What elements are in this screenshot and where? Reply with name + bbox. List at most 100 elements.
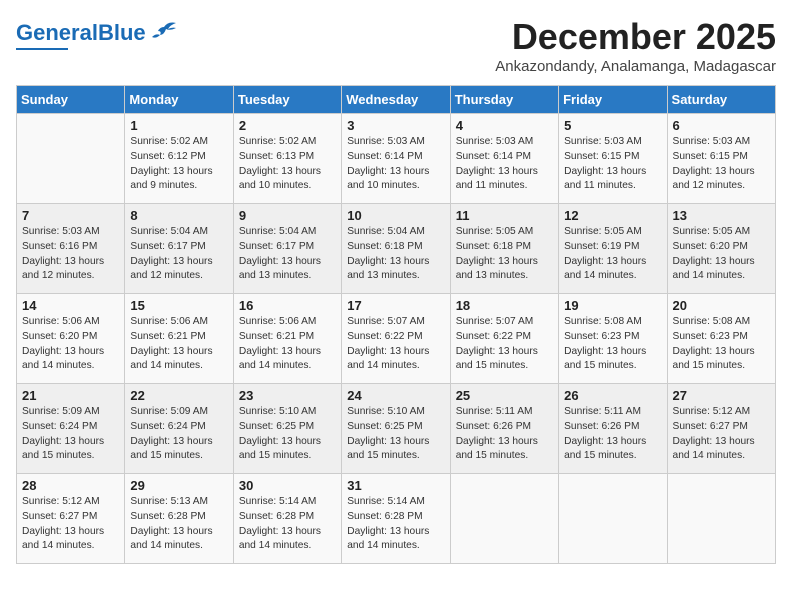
day-number: 20 — [673, 298, 770, 313]
calendar-cell — [17, 114, 125, 204]
day-number: 13 — [673, 208, 770, 223]
day-number: 11 — [456, 208, 553, 223]
weekday-header-friday: Friday — [559, 86, 667, 114]
day-info: Sunrise: 5:04 AM Sunset: 6:18 PM Dayligh… — [347, 225, 444, 284]
day-number: 4 — [456, 118, 553, 133]
day-number: 12 — [564, 208, 661, 223]
day-number: 3 — [347, 118, 444, 133]
day-number: 14 — [22, 298, 119, 313]
day-info: Sunrise: 5:05 AM Sunset: 6:20 PM Dayligh… — [673, 225, 770, 284]
day-info: Sunrise: 5:02 AM Sunset: 6:12 PM Dayligh… — [130, 135, 227, 194]
day-number: 9 — [239, 208, 336, 223]
day-number: 21 — [22, 388, 119, 403]
day-number: 18 — [456, 298, 553, 313]
calendar-cell: 15Sunrise: 5:06 AM Sunset: 6:21 PM Dayli… — [125, 294, 233, 384]
day-number: 22 — [130, 388, 227, 403]
day-number: 19 — [564, 298, 661, 313]
logo-bird-icon — [150, 21, 178, 41]
day-number: 16 — [239, 298, 336, 313]
calendar-cell: 28 Sunrise: 5:12 AM Sunset: 6:27 PM Dayli… — [17, 474, 125, 564]
day-number: 7 — [22, 208, 119, 223]
day-info: Sunrise: 5:03 AM Sunset: 6:14 PM Dayligh… — [456, 135, 553, 194]
day-number: 28 — [22, 478, 119, 493]
day-number: 8 — [130, 208, 227, 223]
day-number: 24 — [347, 388, 444, 403]
calendar-cell: 1 Sunrise: 5:02 AM Sunset: 6:12 PM Daylig… — [125, 114, 233, 204]
calendar-week-row: 28 Sunrise: 5:12 AM Sunset: 6:27 PM Dayli… — [17, 474, 776, 564]
day-number: 1 — [130, 118, 227, 133]
day-info: Sunrise: 5:03 AM Sunset: 6:14 PM Dayligh… — [347, 135, 444, 194]
calendar-cell: 8 Sunrise: 5:04 AM Sunset: 6:17 PM Daylig… — [125, 204, 233, 294]
day-number: 5 — [564, 118, 661, 133]
day-info: Sunrise: 5:06 AM Sunset: 6:20 PM Dayligh… — [22, 315, 119, 374]
calendar-cell: 26Sunrise: 5:11 AM Sunset: 6:26 PM Dayli… — [559, 384, 667, 474]
calendar-cell: 22 Sunrise: 5:09 AM Sunset: 6:24 PM Dayli… — [125, 384, 233, 474]
day-number: 30 — [239, 478, 336, 493]
day-number: 17 — [347, 298, 444, 313]
day-info: Sunrise: 5:10 AM Sunset: 6:25 PM Dayligh… — [239, 405, 336, 464]
day-info: Sunrise: 5:03 AM Sunset: 6:15 PM Dayligh… — [673, 135, 770, 194]
calendar-cell: 29 Sunrise: 5:13 AM Sunset: 6:28 PM Dayli… — [125, 474, 233, 564]
day-info: Sunrise: 5:12 AM Sunset: 6:27 PM Dayligh… — [22, 495, 119, 554]
day-info: Sunrise: 5:11 AM Sunset: 6:26 PM Dayligh… — [456, 405, 553, 464]
calendar-cell: 13 Sunrise: 5:05 AM Sunset: 6:20 PM Dayli… — [667, 204, 775, 294]
calendar-cell: 17 Sunrise: 5:07 AM Sunset: 6:22 PM Dayli… — [342, 294, 450, 384]
day-info: Sunrise: 5:08 AM Sunset: 6:23 PM Dayligh… — [564, 315, 661, 374]
logo-text: GeneralBlue — [16, 20, 146, 46]
day-number: 25 — [456, 388, 553, 403]
day-number: 31 — [347, 478, 444, 493]
day-info: Sunrise: 5:08 AM Sunset: 6:23 PM Dayligh… — [673, 315, 770, 374]
calendar-week-row: 14 Sunrise: 5:06 AM Sunset: 6:20 PM Dayli… — [17, 294, 776, 384]
calendar-cell: 27Sunrise: 5:12 AM Sunset: 6:27 PM Dayli… — [667, 384, 775, 474]
calendar-cell: 25 Sunrise: 5:11 AM Sunset: 6:26 PM Dayli… — [450, 384, 558, 474]
calendar-cell: 20 Sunrise: 5:08 AM Sunset: 6:23 PM Dayli… — [667, 294, 775, 384]
day-info: Sunrise: 5:09 AM Sunset: 6:24 PM Dayligh… — [130, 405, 227, 464]
calendar-cell: 3 Sunrise: 5:03 AM Sunset: 6:14 PM Daylig… — [342, 114, 450, 204]
page-header: GeneralBlue December 2025 Ankazondandy, … — [16, 16, 776, 75]
day-number: 6 — [673, 118, 770, 133]
day-info: Sunrise: 5:14 AM Sunset: 6:28 PM Dayligh… — [347, 495, 444, 554]
calendar-cell: 4 Sunrise: 5:03 AM Sunset: 6:14 PM Daylig… — [450, 114, 558, 204]
calendar-cell: 7 Sunrise: 5:03 AM Sunset: 6:16 PM Daylig… — [17, 204, 125, 294]
day-info: Sunrise: 5:07 AM Sunset: 6:22 PM Dayligh… — [347, 315, 444, 374]
calendar-cell: 30 Sunrise: 5:14 AM Sunset: 6:28 PM Dayli… — [233, 474, 341, 564]
calendar-cell: 10 Sunrise: 5:04 AM Sunset: 6:18 PM Dayli… — [342, 204, 450, 294]
location-subtitle: Ankazondandy, Analamanga, Madagascar — [495, 58, 776, 75]
day-info: Sunrise: 5:07 AM Sunset: 6:22 PM Dayligh… — [456, 315, 553, 374]
calendar-cell: 16 Sunrise: 5:06 AM Sunset: 6:21 PM Dayli… — [233, 294, 341, 384]
day-info: Sunrise: 5:04 AM Sunset: 6:17 PM Dayligh… — [130, 225, 227, 284]
day-info: Sunrise: 5:06 AM Sunset: 6:21 PM Dayligh… — [130, 315, 227, 374]
calendar-cell — [667, 474, 775, 564]
calendar-cell: 9 Sunrise: 5:04 AM Sunset: 6:17 PM Daylig… — [233, 204, 341, 294]
day-info: Sunrise: 5:03 AM Sunset: 6:16 PM Dayligh… — [22, 225, 119, 284]
title-area: December 2025 Ankazondandy, Analamanga, … — [495, 16, 776, 75]
weekday-header-saturday: Saturday — [667, 86, 775, 114]
day-number: 29 — [130, 478, 227, 493]
day-info: Sunrise: 5:02 AM Sunset: 6:13 PM Dayligh… — [239, 135, 336, 194]
calendar-table: SundayMondayTuesdayWednesdayThursdayFrid… — [16, 85, 776, 564]
calendar-cell — [450, 474, 558, 564]
calendar-week-row: 21 Sunrise: 5:09 AM Sunset: 6:24 PM Dayli… — [17, 384, 776, 474]
calendar-cell: 2 Sunrise: 5:02 AM Sunset: 6:13 PM Daylig… — [233, 114, 341, 204]
day-info: Sunrise: 5:13 AM Sunset: 6:28 PM Dayligh… — [130, 495, 227, 554]
day-number: 2 — [239, 118, 336, 133]
calendar-cell: 19 Sunrise: 5:08 AM Sunset: 6:23 PM Dayli… — [559, 294, 667, 384]
day-info: Sunrise: 5:05 AM Sunset: 6:19 PM Dayligh… — [564, 225, 661, 284]
calendar-cell: 18 Sunrise: 5:07 AM Sunset: 6:22 PM Dayli… — [450, 294, 558, 384]
weekday-header-row: SundayMondayTuesdayWednesdayThursdayFrid… — [17, 86, 776, 114]
calendar-cell — [559, 474, 667, 564]
day-info: Sunrise: 5:06 AM Sunset: 6:21 PM Dayligh… — [239, 315, 336, 374]
weekday-header-thursday: Thursday — [450, 86, 558, 114]
calendar-cell: 6 Sunrise: 5:03 AM Sunset: 6:15 PM Daylig… — [667, 114, 775, 204]
day-info: Sunrise: 5:04 AM Sunset: 6:17 PM Dayligh… — [239, 225, 336, 284]
weekday-header-wednesday: Wednesday — [342, 86, 450, 114]
day-info: Sunrise: 5:14 AM Sunset: 6:28 PM Dayligh… — [239, 495, 336, 554]
day-number: 10 — [347, 208, 444, 223]
day-number: 23 — [239, 388, 336, 403]
calendar-cell: 31 Sunrise: 5:14 AM Sunset: 6:28 PM Dayli… — [342, 474, 450, 564]
weekday-header-monday: Monday — [125, 86, 233, 114]
calendar-cell: 24Sunrise: 5:10 AM Sunset: 6:25 PM Dayli… — [342, 384, 450, 474]
day-info: Sunrise: 5:05 AM Sunset: 6:18 PM Dayligh… — [456, 225, 553, 284]
day-info: Sunrise: 5:12 AM Sunset: 6:27 PM Dayligh… — [673, 405, 770, 464]
calendar-cell: 5Sunrise: 5:03 AM Sunset: 6:15 PM Daylig… — [559, 114, 667, 204]
